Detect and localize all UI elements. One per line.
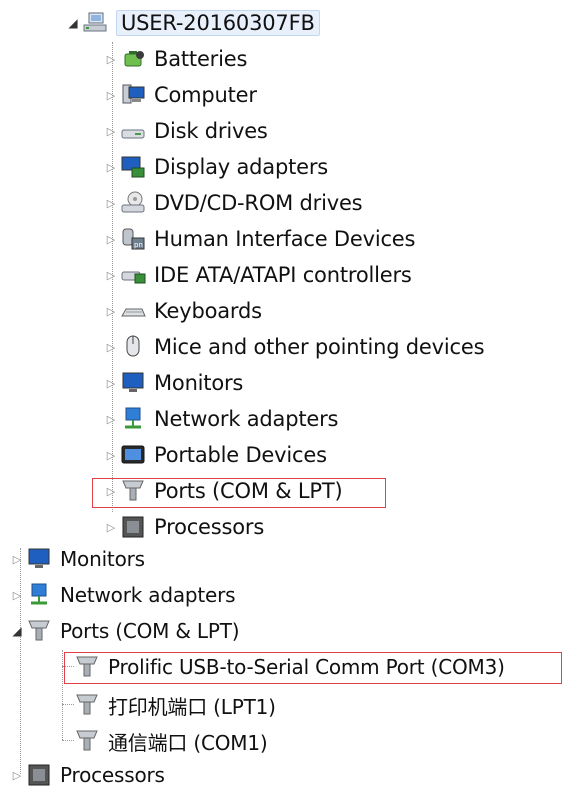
tree-item-processors[interactable]: ▷ Processors xyxy=(10,760,165,790)
tree-guide-line xyxy=(62,650,63,740)
expand-triangle-icon[interactable]: ▷ xyxy=(104,340,118,354)
network-adapter-icon xyxy=(26,582,52,608)
tree-connector xyxy=(62,740,74,741)
tree-item-label: Monitors xyxy=(154,371,244,395)
expand-triangle-icon[interactable]: ▷ xyxy=(104,160,118,174)
tree-item-ports[interactable]: ▷ Ports (COM & LPT) xyxy=(104,476,343,506)
port-icon xyxy=(74,654,100,680)
tree-item-batteries[interactable]: ▷ Batteries xyxy=(104,44,248,74)
monitor-icon xyxy=(120,370,146,396)
tree-item-label: Human Interface Devices xyxy=(154,227,416,251)
battery-icon xyxy=(120,46,146,72)
tree-item-monitors[interactable]: ▷ Monitors xyxy=(104,368,244,398)
tree-item-label: Ports (COM & LPT) xyxy=(154,479,343,503)
tree-item-ide-controllers[interactable]: ▷ IDE ATA/ATAPI controllers xyxy=(104,260,412,290)
expand-triangle-icon[interactable]: ▷ xyxy=(104,376,118,390)
expand-triangle-icon[interactable]: ▷ xyxy=(10,768,24,782)
expand-triangle-icon[interactable]: ▷ xyxy=(10,588,24,602)
expand-triangle-icon[interactable]: ▷ xyxy=(104,124,118,138)
tree-item-disk-drives[interactable]: ▷ Disk drives xyxy=(104,116,268,146)
display-adapter-icon xyxy=(120,154,146,180)
tree-item-label: Prolific USB-to-Serial Comm Port (COM3) xyxy=(108,655,505,679)
expand-triangle-icon[interactable]: ▷ xyxy=(104,520,118,534)
port-icon xyxy=(120,478,146,504)
tree-item-com1[interactable]: 通信端口 (COM1) xyxy=(74,726,268,756)
tree-item-mice[interactable]: ▷ Mice and other pointing devices xyxy=(104,332,485,362)
tree-item-label: Batteries xyxy=(154,47,248,71)
portable-device-icon xyxy=(120,442,146,468)
tree-item-label: 通信端口 (COM1) xyxy=(108,730,268,755)
tree-item-label: Computer xyxy=(154,83,257,107)
expand-triangle-icon[interactable]: ▷ xyxy=(104,232,118,246)
expand-triangle-icon[interactable]: ▷ xyxy=(104,304,118,318)
expand-triangle-icon[interactable]: ▷ xyxy=(104,448,118,462)
expand-triangle-icon[interactable]: ▷ xyxy=(104,268,118,282)
computer-name-label: USER-20160307FB xyxy=(116,10,320,36)
expand-triangle-icon[interactable]: ▷ xyxy=(104,52,118,66)
tree-item-network-adapters[interactable]: ▷ Network adapters xyxy=(104,404,339,434)
tree-item-label: Disk drives xyxy=(154,119,268,143)
tree-item-label: Processors xyxy=(60,763,165,787)
computer-icon xyxy=(120,82,146,108)
collapse-triangle-icon[interactable]: ◢ xyxy=(10,624,24,638)
processor-icon xyxy=(120,514,146,540)
svg-text:pn: pn xyxy=(134,241,143,249)
tree-item-portable-devices[interactable]: ▷ Portable Devices xyxy=(104,440,327,470)
disk-drive-icon xyxy=(120,118,146,144)
hid-icon: pn xyxy=(120,226,146,252)
tree-item-label: Monitors xyxy=(60,547,145,571)
tree-item-monitors[interactable]: ▷ Monitors xyxy=(10,544,145,574)
tree-item-lpt1[interactable]: 打印机端口 (LPT1) xyxy=(74,690,276,720)
expand-triangle-icon[interactable]: ▷ xyxy=(10,552,24,566)
keyboard-icon xyxy=(120,298,146,324)
tree-item-processors[interactable]: ▷ Processors xyxy=(104,512,265,542)
tree-item-label: Portable Devices xyxy=(154,443,327,467)
monitor-icon xyxy=(26,546,52,572)
tree-item-label: DVD/CD-ROM drives xyxy=(154,191,363,215)
network-adapter-icon xyxy=(120,406,146,432)
tree-item-prolific-com3[interactable]: Prolific USB-to-Serial Comm Port (COM3) xyxy=(74,652,505,682)
expand-triangle-icon[interactable]: ▷ xyxy=(104,484,118,498)
tree-item-label: Network adapters xyxy=(154,407,339,431)
tree-root-node[interactable]: ◢ USER-20160307FB xyxy=(66,8,320,38)
port-icon xyxy=(26,618,52,644)
tree-connector xyxy=(62,704,74,705)
dvd-drive-icon xyxy=(120,190,146,216)
mouse-icon xyxy=(120,334,146,360)
tree-item-dvd-drives[interactable]: ▷ DVD/CD-ROM drives xyxy=(104,188,363,218)
tree-item-label: Display adapters xyxy=(154,155,329,179)
tree-item-label: Processors xyxy=(154,515,265,539)
ide-controller-icon xyxy=(120,262,146,288)
tree-item-keyboards[interactable]: ▷ Keyboards xyxy=(104,296,262,326)
port-icon xyxy=(74,692,100,718)
tree-item-label: 打印机端口 (LPT1) xyxy=(108,694,276,719)
collapse-triangle-icon[interactable]: ◢ xyxy=(66,16,80,30)
processor-icon xyxy=(26,762,52,788)
expand-triangle-icon[interactable]: ▷ xyxy=(104,88,118,102)
tree-item-human-interface-devices[interactable]: ▷ pn Human Interface Devices xyxy=(104,224,416,254)
computer-network-icon xyxy=(82,10,108,36)
tree-item-label: Network adapters xyxy=(60,583,236,607)
port-icon xyxy=(74,728,100,754)
tree-item-label: IDE ATA/ATAPI controllers xyxy=(154,263,412,287)
expand-triangle-icon[interactable]: ▷ xyxy=(104,412,118,426)
tree-item-ports-expanded[interactable]: ◢ Ports (COM & LPT) xyxy=(10,616,239,646)
tree-item-label: Keyboards xyxy=(154,299,262,323)
tree-item-computer[interactable]: ▷ Computer xyxy=(104,80,257,110)
tree-item-label: Mice and other pointing devices xyxy=(154,335,485,359)
tree-item-network-adapters[interactable]: ▷ Network adapters xyxy=(10,580,236,610)
tree-item-label: Ports (COM & LPT) xyxy=(60,619,240,643)
tree-item-display-adapters[interactable]: ▷ Display adapters xyxy=(104,152,328,182)
expand-triangle-icon[interactable]: ▷ xyxy=(104,196,118,210)
tree-connector xyxy=(62,666,74,667)
